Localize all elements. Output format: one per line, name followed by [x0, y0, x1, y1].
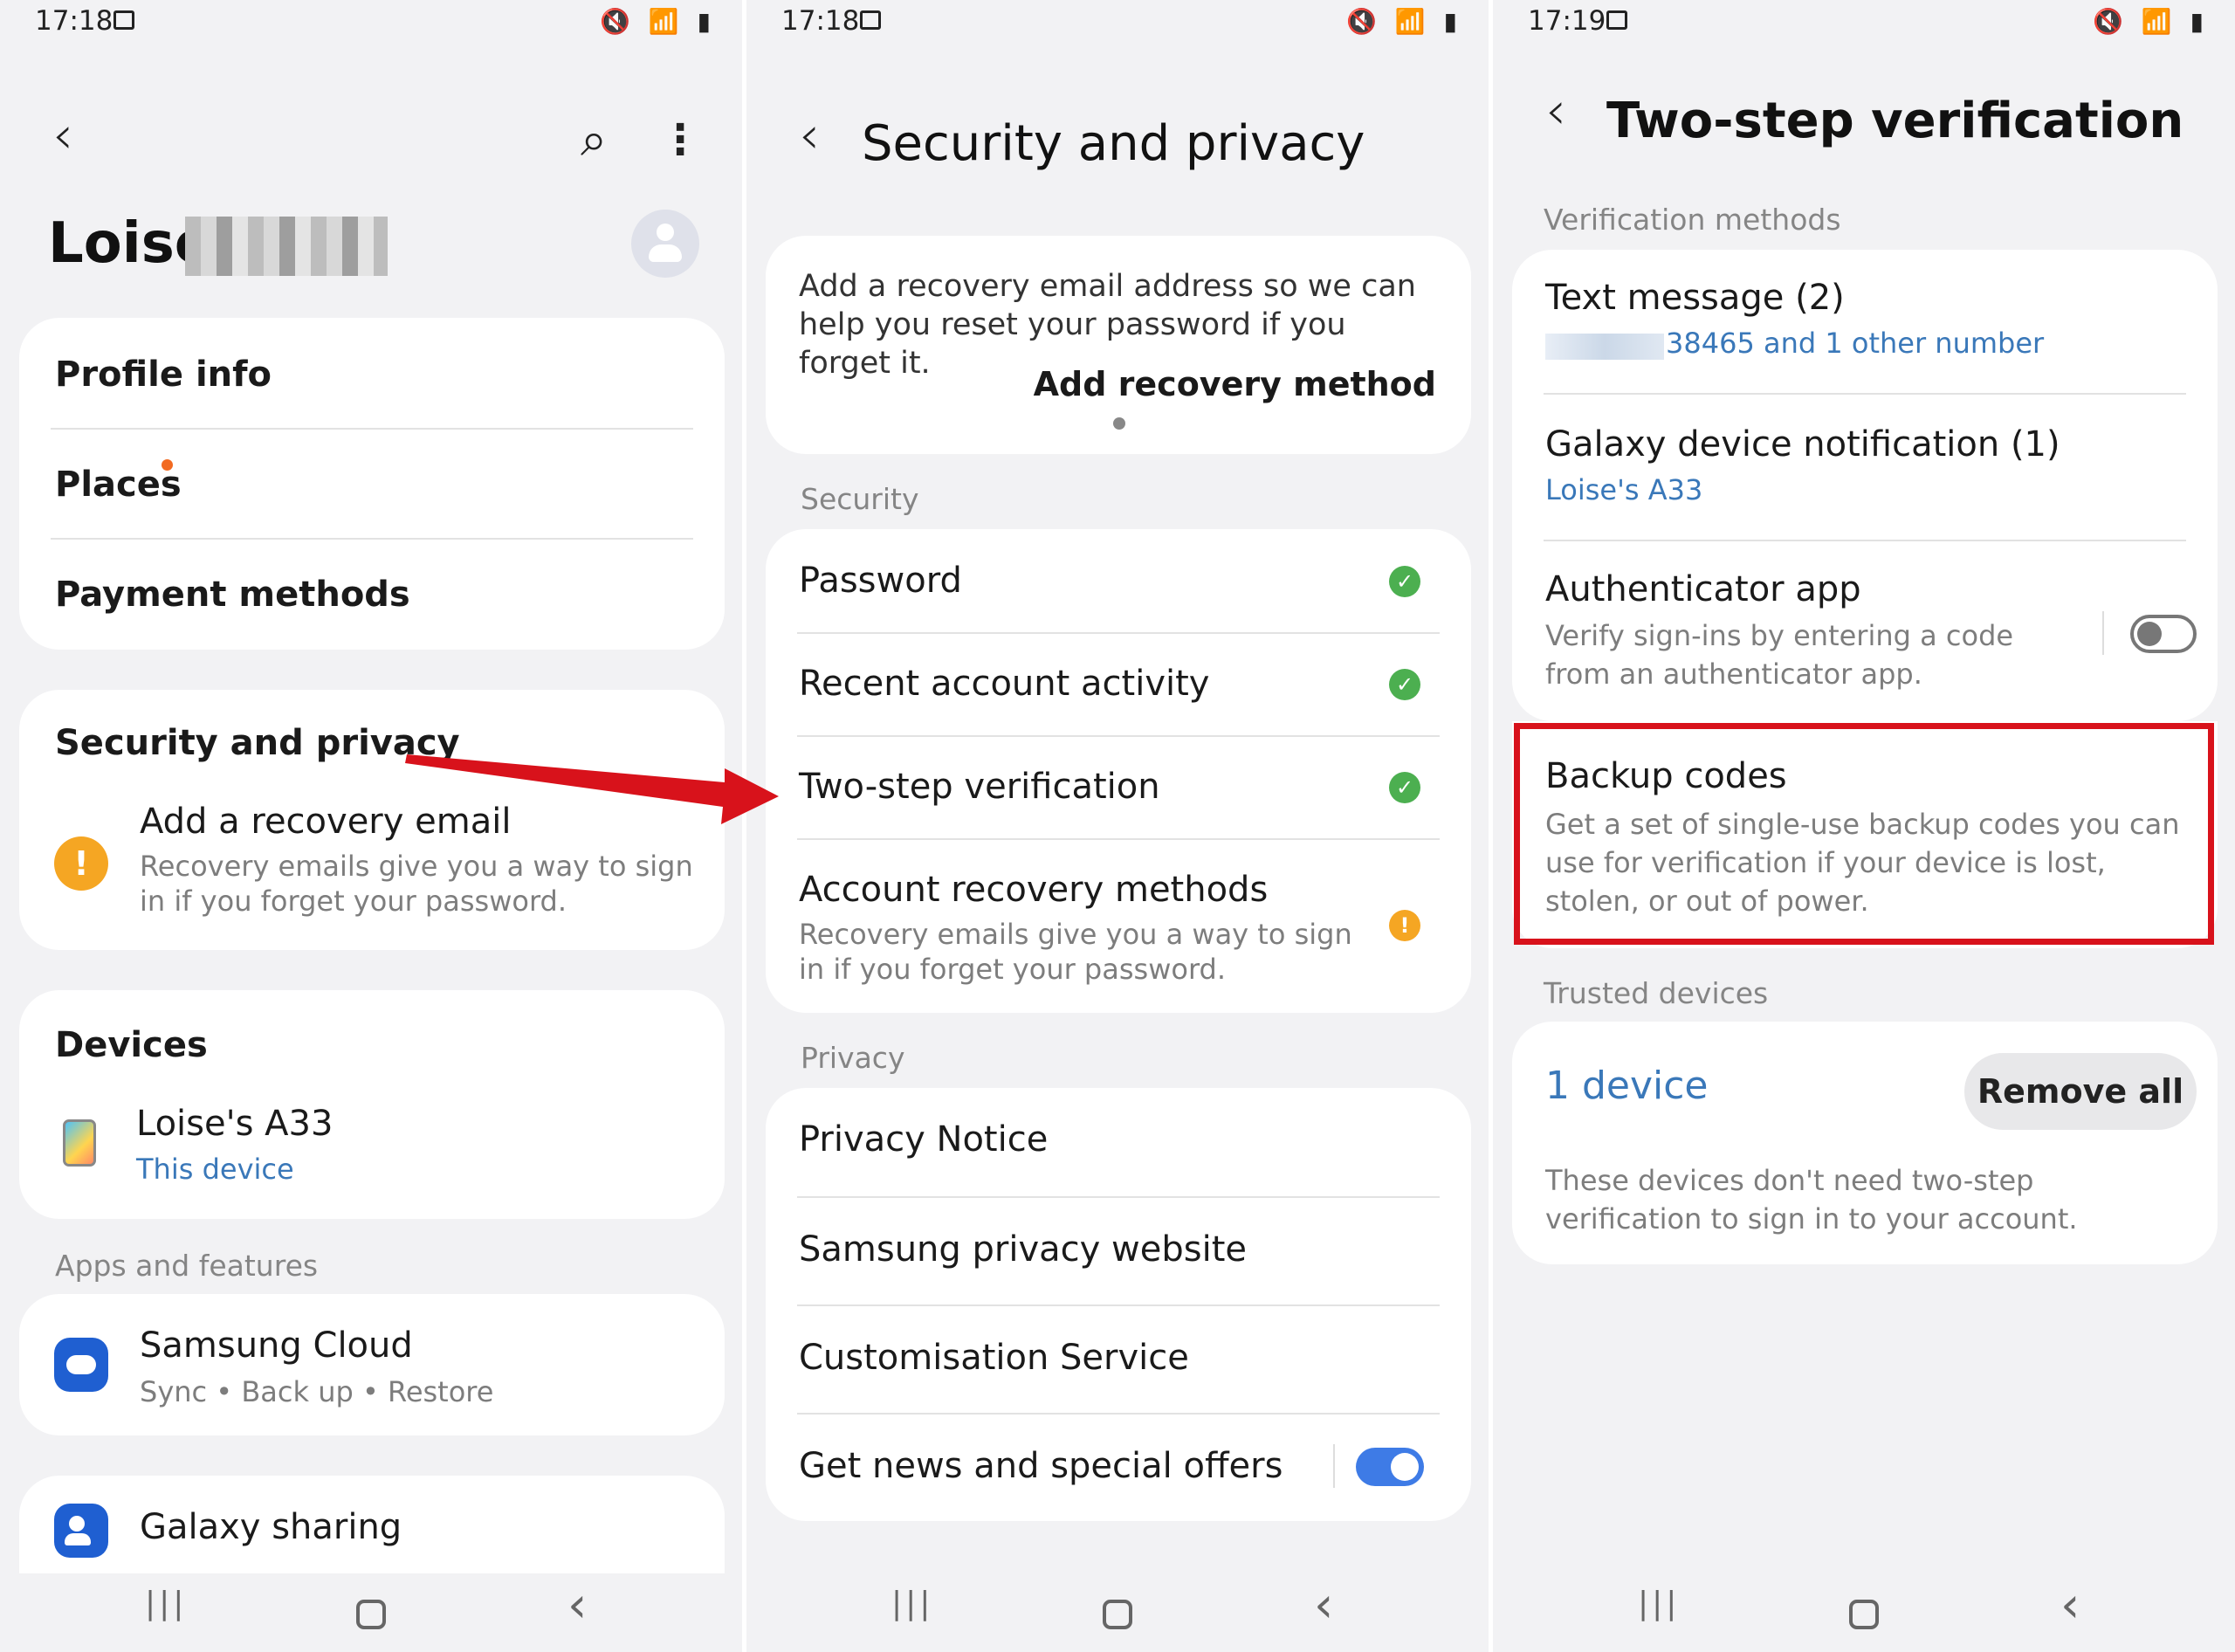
back-button[interactable]: ‹ [799, 105, 820, 166]
privacy-website-item[interactable]: Samsung privacy website [799, 1229, 1247, 1270]
methods-card: Text message (2) 38465 and 1 other numbe… [1512, 250, 2218, 721]
privacy-card: Privacy Notice Samsung privacy website C… [766, 1088, 1471, 1521]
nav-bar: ||| ‹ [0, 1573, 742, 1652]
warning-icon: ! [1389, 910, 1420, 941]
recents-button[interactable]: ||| [1638, 1586, 1680, 1621]
cloud-icon [54, 1338, 108, 1392]
security-card: Password ✓ Recent account activity ✓ Two… [766, 529, 1471, 1013]
authenticator-app-desc: Verify sign-ins by entering a code from … [1545, 619, 2014, 691]
text-message-sub: 38465 and 1 other number [1666, 327, 2045, 360]
trusted-device-count[interactable]: 1 device [1545, 1063, 1709, 1108]
news-offers-item[interactable]: Get news and special offers [799, 1446, 1283, 1486]
add-recovery-method-button[interactable]: Add recovery method [1034, 365, 1436, 403]
recents-button[interactable]: ||| [145, 1586, 187, 1621]
galaxy-sharing-title: Galaxy sharing [140, 1507, 402, 1547]
nav-back-button[interactable]: ‹ [1314, 1577, 1333, 1634]
device-name: Loise's A33 [136, 1104, 334, 1144]
authenticator-app-item[interactable]: Authenticator app [1545, 569, 1861, 609]
redacted-number [1545, 334, 1664, 360]
gallery-icon [1606, 10, 1627, 30]
samsung-cloud-sub: Sync • Back up • Restore [140, 1375, 494, 1408]
status-icons: 🔇 📶 ▮ [1346, 7, 1462, 36]
two-step-verification-screen: 17:19 🔇 📶 ▮ ‹ Two-step verification Veri… [1493, 0, 2235, 1652]
places-item[interactable]: Places [55, 465, 182, 505]
avatar-body-icon [649, 244, 682, 262]
recovery-email-desc: Recovery emails give you a way to sign i… [140, 850, 693, 918]
gallery-icon [860, 10, 881, 30]
galaxy-notification-item[interactable]: Galaxy device notification (1) [1545, 424, 2060, 465]
home-button[interactable] [1103, 1600, 1132, 1629]
status-time: 17:18 [35, 5, 113, 37]
status-time: 17:18 [781, 5, 860, 37]
devices-title: Devices [55, 1025, 208, 1065]
recovery-card: Add a recovery email address so we can h… [766, 236, 1471, 454]
security-header: Security [801, 482, 919, 516]
profile-info-item[interactable]: Profile info [55, 354, 272, 395]
status-bar: 17:18 🔇 📶 ▮ [0, 0, 742, 44]
recents-button[interactable]: ||| [891, 1586, 933, 1621]
recent-activity-item[interactable]: Recent account activity [799, 664, 1209, 704]
warning-icon: ! [54, 836, 108, 891]
samsung-cloud-card[interactable]: Samsung Cloud Sync • Back up • Restore [19, 1294, 725, 1435]
status-bar: 17:19 🔇 📶 ▮ [1493, 0, 2235, 44]
security-privacy-screen: 17:18 🔇 📶 ▮ ‹ Security and privacy Add a… [746, 0, 1489, 1652]
account-card: Profile info Places Payment methods [19, 318, 725, 650]
avatar-head-icon [657, 224, 674, 241]
security-privacy-title: Security and privacy [55, 723, 460, 763]
nav-bar: ||| ‹ [1493, 1573, 2235, 1652]
samsung-cloud-title: Samsung Cloud [140, 1325, 413, 1366]
privacy-notice-item[interactable]: Privacy Notice [799, 1119, 1048, 1160]
text-message-item[interactable]: Text message (2) [1545, 278, 1845, 318]
payment-methods-item[interactable]: Payment methods [55, 575, 410, 615]
account-recovery-item[interactable]: Account recovery methods [799, 870, 1268, 910]
trusted-devices-card: 1 device Remove all These devices don't … [1512, 1022, 2218, 1264]
trusted-devices-header: Trusted devices [1544, 976, 1769, 1010]
page-title: Security and privacy [862, 115, 1365, 172]
search-icon[interactable]: ⌕ [581, 112, 607, 168]
trusted-devices-desc: These devices don't need two-step verifi… [1545, 1164, 2078, 1236]
phone-icon [63, 1119, 96, 1167]
sharing-icon [54, 1504, 108, 1558]
status-icons: 🔇 📶 ▮ [600, 7, 716, 36]
places-badge [162, 459, 173, 471]
authenticator-toggle[interactable] [2130, 615, 2197, 653]
remove-all-button[interactable]: Remove all [1964, 1053, 2197, 1130]
status-bar: 17:18 🔇 📶 ▮ [746, 0, 1489, 44]
page-title: Two-step verification [1606, 93, 2184, 149]
status-icons: 🔇 📶 ▮ [2093, 7, 2209, 36]
annotation-arrow [405, 754, 779, 824]
check-icon: ✓ [1389, 772, 1420, 803]
redacted-surname [185, 217, 388, 276]
backup-codes-highlight [1514, 723, 2214, 945]
account-recovery-desc: Recovery emails give you a way to sign i… [799, 918, 1352, 986]
arrow-shape [405, 754, 779, 824]
check-icon: ✓ [1389, 669, 1420, 700]
methods-header: Verification methods [1544, 203, 1841, 237]
galaxy-notification-sub: Loise's A33 [1545, 473, 1703, 506]
two-step-verification-item[interactable]: Two-step verification [799, 767, 1160, 807]
back-button[interactable]: ‹ [52, 105, 73, 166]
apps-features-header: Apps and features [55, 1249, 319, 1283]
customisation-service-item[interactable]: Customisation Service [799, 1338, 1189, 1378]
privacy-header: Privacy [801, 1041, 905, 1075]
gallery-icon [113, 10, 134, 30]
status-time: 17:19 [1528, 5, 1606, 37]
nav-bar: ||| ‹ [746, 1573, 1489, 1652]
back-button[interactable]: ‹ [1545, 80, 1566, 141]
check-icon: ✓ [1389, 566, 1420, 597]
page-indicator [1113, 417, 1125, 430]
devices-card[interactable]: Devices Loise's A33 This device [19, 990, 725, 1219]
news-offers-toggle[interactable] [1356, 1448, 1424, 1486]
home-button[interactable] [356, 1600, 386, 1629]
more-options-icon[interactable]: ⋮ [659, 115, 701, 164]
home-button[interactable] [1849, 1600, 1879, 1629]
avatar[interactable] [631, 210, 699, 278]
nav-back-button[interactable]: ‹ [567, 1577, 587, 1634]
nav-back-button[interactable]: ‹ [2060, 1577, 2080, 1634]
device-sub: This device [136, 1153, 294, 1186]
password-item[interactable]: Password [799, 561, 962, 601]
